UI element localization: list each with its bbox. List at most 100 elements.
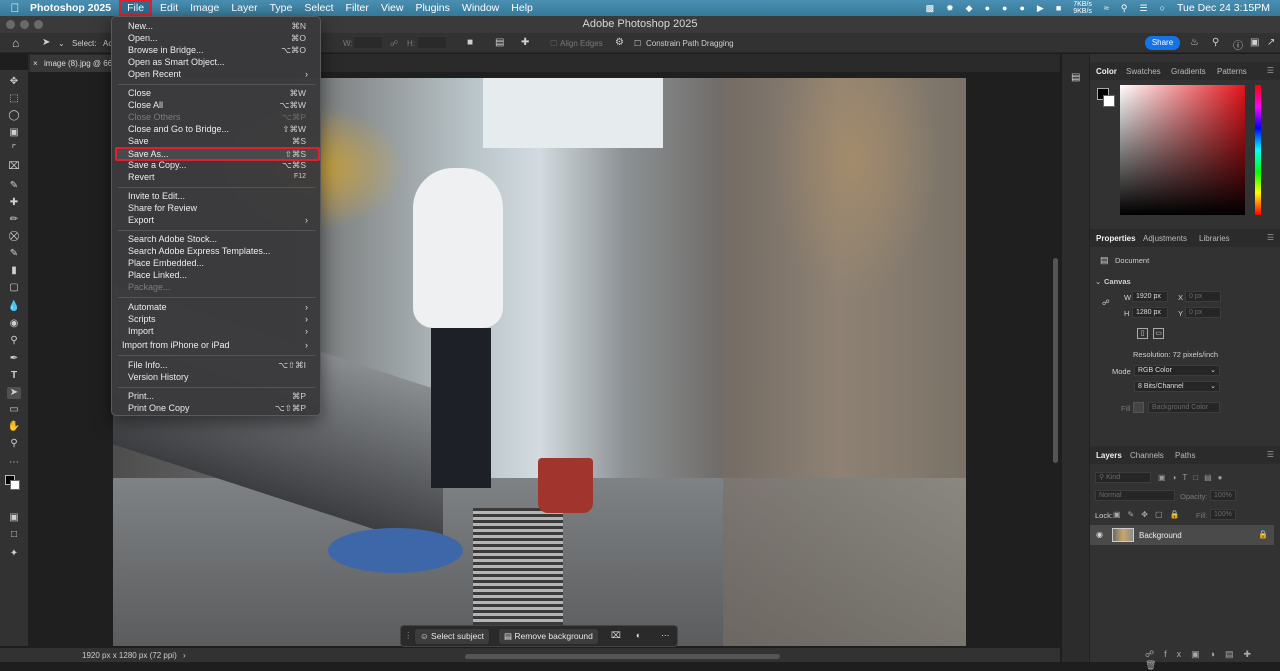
tab-paths[interactable]: Paths xyxy=(1175,451,1195,460)
menu-item-import[interactable]: Import › xyxy=(116,325,318,337)
mode-dropdown[interactable]: RGB Color ⌄ xyxy=(1134,365,1220,376)
share-button[interactable]: Share xyxy=(1145,36,1180,50)
select-menu[interactable]: Select xyxy=(298,0,339,16)
status-icon[interactable]: ◆ xyxy=(966,3,973,14)
rectangle-tool-icon[interactable]: ▭ xyxy=(7,404,21,416)
menu-item-share-for-review[interactable]: Share for Review xyxy=(116,202,318,214)
menu-item-place-linked[interactable]: Place Linked... xyxy=(116,269,318,281)
workspace-icon[interactable]: ▣ xyxy=(1250,37,1259,48)
fill-opacity-field[interactable]: 100% xyxy=(1210,509,1236,520)
opacity-field[interactable]: 100% xyxy=(1210,490,1236,501)
tab-swatches[interactable]: Swatches xyxy=(1126,67,1161,76)
canvas-y-field[interactable]: 0 px xyxy=(1185,307,1221,318)
layer-name[interactable]: Background xyxy=(1139,531,1182,540)
panel-menu-icon[interactable]: ☰ xyxy=(1267,450,1274,459)
hue-slider[interactable] xyxy=(1255,85,1261,215)
menu-item-file-info[interactable]: File Info... ⌥⇧⌘I xyxy=(116,359,318,371)
menu-item-close[interactable]: Close ⌘W xyxy=(116,87,318,99)
menu-item-open-recent[interactable]: Open Recent › xyxy=(116,68,318,80)
tab-libraries[interactable]: Libraries xyxy=(1199,234,1230,243)
app-name-menu[interactable]: Photoshop 2025 xyxy=(30,2,111,14)
menu-item-package[interactable]: Package... xyxy=(116,281,318,293)
menu-item-invite-to-edit[interactable]: Invite to Edit... xyxy=(116,190,318,202)
path-operations-icon[interactable]: ■ xyxy=(467,37,473,48)
horizontal-scrollbar[interactable] xyxy=(465,654,780,659)
layer-menu[interactable]: Layer xyxy=(225,0,263,16)
status-icon[interactable]: ■ xyxy=(1056,3,1061,13)
type-tool-icon[interactable]: T xyxy=(7,370,21,382)
type-menu[interactable]: Type xyxy=(264,0,299,16)
menu-item-open-as-smart-object[interactable]: Open as Smart Object... xyxy=(116,56,318,68)
link-icon[interactable]: ☍ xyxy=(1102,298,1110,307)
menu-item-revert[interactable]: Revert F12 xyxy=(116,171,318,183)
status-icon[interactable]: ● xyxy=(985,3,990,13)
blend-mode-dropdown[interactable]: Normal xyxy=(1095,490,1175,501)
path-alignment-icon[interactable]: ▤ xyxy=(495,37,504,48)
fill-dropdown[interactable]: Background Color xyxy=(1148,402,1220,413)
path-selection-tool-icon[interactable]: ➤ xyxy=(7,387,21,399)
more-tools-icon[interactable]: ⋯ xyxy=(7,457,21,469)
file-menu[interactable]: File xyxy=(119,0,153,16)
home-icon[interactable]: ⌂ xyxy=(12,36,19,50)
marquee-tool-icon[interactable]: ⬚ xyxy=(7,93,21,105)
blur-tool-icon[interactable]: 💧 xyxy=(7,301,21,313)
eyedropper-tool-icon[interactable]: ✎ xyxy=(7,180,21,192)
close-tab-icon[interactable]: × xyxy=(33,55,38,72)
view-menu[interactable]: View xyxy=(375,0,410,16)
menu-item-save[interactable]: Save ⌘S xyxy=(116,135,318,147)
menu-item-print[interactable]: Print... ⌘P xyxy=(116,390,318,402)
canvas-height-field[interactable]: 1280 px xyxy=(1132,307,1168,318)
screen-mode-icon[interactable]: □ xyxy=(7,529,21,541)
lasso-tool-icon[interactable]: ◯ xyxy=(7,110,21,122)
document-info[interactable]: 1920 px x 1280 px (72 ppi) xyxy=(82,651,177,660)
portrait-orientation-icon[interactable]: ▯ xyxy=(1137,328,1148,339)
crop-tool-icon[interactable]: ⌜ xyxy=(7,144,21,156)
menu-item-place-embedded[interactable]: Place Embedded... xyxy=(116,257,318,269)
layers-footer-icons[interactable]: ☍fx▣◑▤✚🗑 xyxy=(1145,649,1280,671)
clone-stamp-tool-icon[interactable]: ⛒ xyxy=(7,231,21,243)
menu-item-search-adobe-stock[interactable]: Search Adobe Stock... xyxy=(116,233,318,245)
zoom-tool-icon[interactable]: ⚲ xyxy=(7,438,21,450)
lock-icon[interactable]: 🔒 xyxy=(1258,530,1268,539)
gear-icon[interactable]: ⚙ xyxy=(615,37,624,48)
status-icon[interactable]: ▩ xyxy=(926,3,935,14)
fill-swatch[interactable] xyxy=(1133,402,1144,413)
canvas-x-field[interactable]: 0 px xyxy=(1185,291,1221,302)
foreground-background-color-icon[interactable] xyxy=(3,473,21,490)
more-options-icon[interactable]: ⋯ xyxy=(661,630,670,641)
close-window-button[interactable] xyxy=(6,20,15,29)
dodge-tool-icon[interactable]: ◉ xyxy=(7,318,21,330)
tab-color[interactable]: Color xyxy=(1096,67,1117,76)
menu-item-new[interactable]: New... ⌘N xyxy=(116,20,318,32)
layer-row-background[interactable]: ◉ Background 🔒 xyxy=(1090,525,1274,545)
link-icon[interactable]: ☍ xyxy=(390,39,398,48)
menu-item-import-from-iphone[interactable]: Import from iPhone or iPad › xyxy=(116,339,318,351)
tab-layers[interactable]: Layers xyxy=(1096,451,1122,460)
height-field[interactable] xyxy=(418,37,446,48)
plugins-menu[interactable]: Plugins xyxy=(409,0,455,16)
status-icon[interactable]: ▶ xyxy=(1037,3,1044,14)
landscape-orientation-icon[interactable]: ▭ xyxy=(1153,328,1164,339)
layer-filter-icons[interactable]: ▣◑T□▤● xyxy=(1158,473,1229,482)
gradient-tool-icon[interactable]: ▢ xyxy=(7,282,21,294)
expand-icon[interactable]: ↗ xyxy=(1267,37,1275,48)
object-select-tool-icon[interactable]: ▣ xyxy=(7,127,21,139)
help-menu[interactable]: Help xyxy=(505,0,539,16)
frame-tool-icon[interactable]: ⌧ xyxy=(7,161,21,173)
clock[interactable]: Tue Dec 24 3:15PM xyxy=(1177,2,1270,14)
hand-tool-icon[interactable]: ✋ xyxy=(7,421,21,433)
menu-item-scripts[interactable]: Scripts › xyxy=(116,313,318,325)
user-icon[interactable]: ○ xyxy=(1160,3,1165,13)
pen-tool-icon[interactable]: ✒ xyxy=(7,353,21,365)
menu-item-close-and-go-to-bridge[interactable]: Close and Go to Bridge... ⇧⌘W xyxy=(116,123,318,135)
lasso-icon[interactable]: ⌧ xyxy=(611,630,621,641)
color-picker-field[interactable] xyxy=(1120,85,1245,215)
align-edges-checkbox[interactable]: ☐ xyxy=(550,39,557,48)
minimize-window-button[interactable] xyxy=(20,20,29,29)
help-icon[interactable]: ⓘ xyxy=(1233,37,1243,52)
document-tab[interactable]: × image (8).jpg @ 66 xyxy=(30,55,115,72)
canvas-width-field[interactable]: 1920 px xyxy=(1132,291,1168,302)
menu-item-open[interactable]: Open... ⌘O xyxy=(116,32,318,44)
menu-item-close-all[interactable]: Close All ⌥⌘W xyxy=(116,99,318,111)
control-center-icon[interactable]: ☰ xyxy=(1139,3,1147,14)
